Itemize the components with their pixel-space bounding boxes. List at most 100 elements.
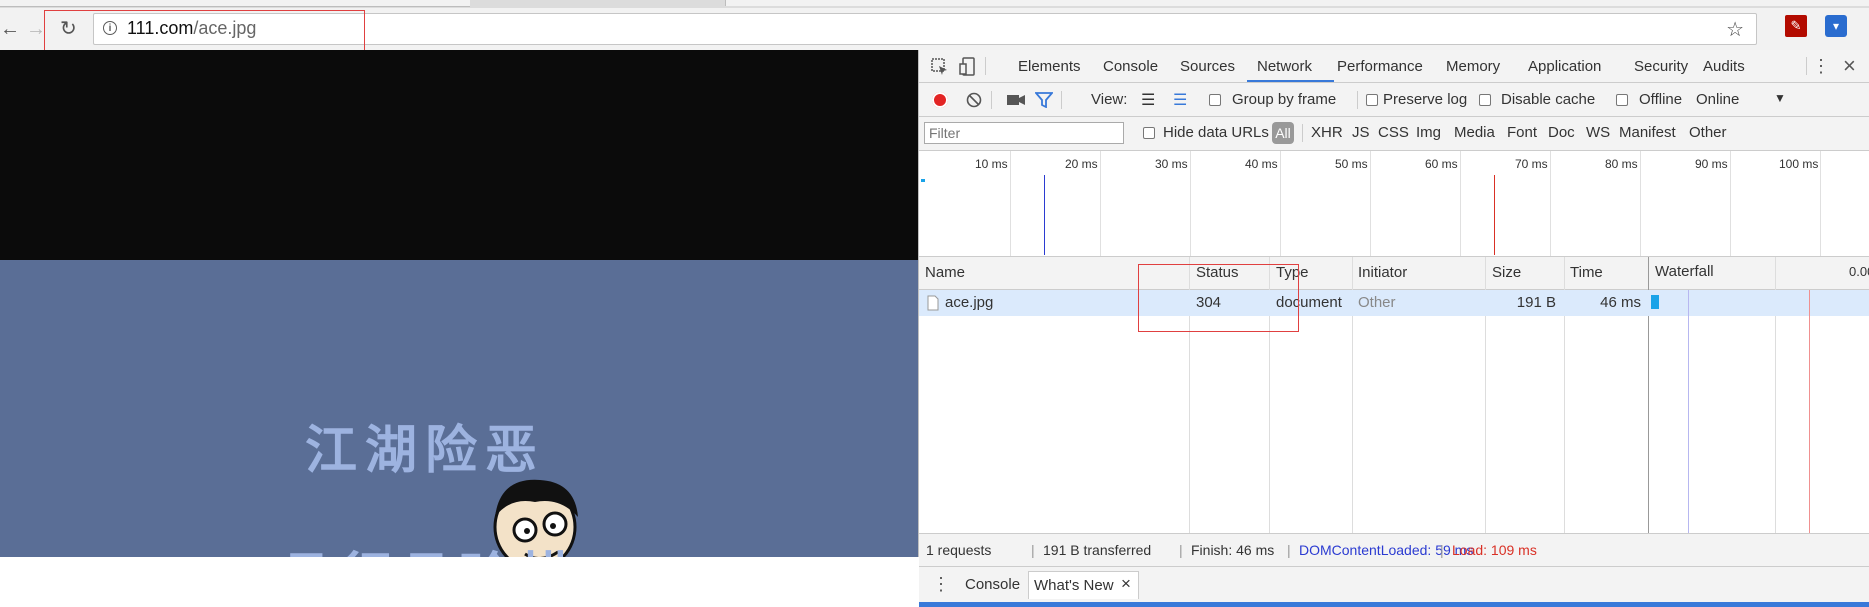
grid-line (1100, 151, 1101, 256)
tab-memory[interactable]: Memory (1446, 58, 1500, 75)
summary-dcl: DOMContentLoaded: 59 ms (1299, 542, 1474, 558)
waterfall-load-marker (1809, 290, 1810, 533)
tab-network[interactable]: Network (1257, 58, 1312, 75)
summary-separator: | (1179, 542, 1183, 558)
column-size[interactable]: Size (1492, 264, 1521, 281)
back-icon[interactable]: ← (0, 19, 20, 39)
filter-funnel-icon[interactable] (1035, 92, 1053, 108)
grid-line (1190, 151, 1191, 256)
separator (1061, 91, 1062, 109)
offline-checkbox[interactable] (1616, 94, 1628, 106)
overview-request-bar (921, 179, 925, 182)
page-viewport-top (0, 50, 918, 260)
hide-data-urls-label: Hide data URLs (1163, 124, 1269, 141)
close-tab-icon[interactable]: × (1121, 574, 1131, 594)
view-label: View: (1091, 91, 1128, 108)
devtools-panel: Elements Console Sources Network Perform… (918, 50, 1869, 607)
browser-tab[interactable] (725, 0, 1869, 6)
row-size: 191 B (1516, 294, 1556, 311)
overview-dcl-marker (1044, 175, 1045, 255)
annotation-box-status (1138, 264, 1299, 332)
grid-line (1820, 151, 1821, 256)
preserve-log-checkbox[interactable] (1366, 94, 1378, 106)
pdf-extension-icon[interactable]: ✎ (1785, 15, 1807, 37)
record-icon[interactable] (932, 92, 948, 108)
table-row[interactable]: ace.jpg 304 document Other 191 B 46 ms (919, 290, 1869, 316)
chevron-down-icon[interactable]: ▼ (1774, 91, 1786, 105)
close-devtools-icon[interactable]: × (1843, 53, 1856, 79)
drawer-tab-console[interactable]: Console (965, 576, 1020, 593)
grid-line (1370, 151, 1371, 256)
filter-type-other[interactable]: Other (1689, 124, 1727, 141)
inspect-element-icon[interactable] (931, 58, 949, 76)
column-initiator[interactable]: Initiator (1358, 264, 1407, 281)
column-waterfall[interactable]: Waterfall (1655, 263, 1714, 280)
filter-type-media[interactable]: Media (1454, 124, 1495, 141)
active-tab-indicator (1247, 80, 1334, 82)
screenshot-camera-icon[interactable] (1007, 93, 1025, 107)
overview-tick: 50 ms (1335, 157, 1368, 171)
disable-cache-label: Disable cache (1501, 91, 1596, 108)
filter-type-all[interactable]: All (1272, 122, 1294, 144)
filter-type-manifest[interactable]: Manifest (1619, 124, 1676, 141)
group-by-frame-checkbox[interactable] (1209, 94, 1221, 106)
filter-type-font[interactable]: Font (1507, 124, 1537, 141)
overview-tick: 40 ms (1245, 157, 1278, 171)
overview-tick: 60 ms (1425, 157, 1458, 171)
network-toolbar: View: ☰ ☰ Group by frame Preserve log Di… (919, 83, 1869, 117)
grid-line (1640, 151, 1641, 256)
column-time[interactable]: Time (1570, 264, 1603, 281)
column-name[interactable]: Name (925, 264, 965, 281)
disable-cache-checkbox[interactable] (1479, 94, 1491, 106)
overview-tick: 10 ms (975, 157, 1008, 171)
filter-type-css[interactable]: CSS (1378, 124, 1409, 141)
overview-tick: 80 ms (1605, 157, 1638, 171)
overview-icon[interactable]: ☰ (1173, 90, 1187, 110)
filter-type-js[interactable]: JS (1352, 124, 1370, 141)
device-toolbar-icon[interactable] (959, 57, 977, 77)
tab-console[interactable]: Console (1103, 58, 1158, 75)
grid-line (1010, 151, 1011, 256)
grid-line (1550, 151, 1551, 256)
browser-tab[interactable] (0, 0, 470, 7)
tab-security[interactable]: Security (1634, 58, 1688, 75)
devtools-drawer: ⋮ Console What's New × (919, 566, 1869, 603)
network-summary-bar: 1 requests | 191 B transferred | Finish:… (919, 533, 1869, 566)
clear-icon[interactable] (966, 92, 982, 108)
network-overview[interactable]: 10 ms 20 ms 30 ms 40 ms 50 ms 60 ms 70 m… (919, 151, 1869, 257)
overview-tick: 90 ms (1695, 157, 1728, 171)
row-name[interactable]: ace.jpg (945, 294, 993, 311)
filter-input[interactable] (924, 122, 1124, 144)
separator (1357, 91, 1358, 109)
filter-type-img[interactable]: Img (1416, 124, 1441, 141)
separator (1302, 124, 1303, 142)
tab-elements[interactable]: Elements (1018, 58, 1081, 75)
bookmark-star-icon[interactable]: ☆ (1726, 17, 1744, 42)
throttle-select[interactable]: Online (1696, 91, 1739, 108)
grid-line (1280, 151, 1281, 256)
separator (985, 57, 986, 75)
drawer-content-edge (919, 602, 1869, 607)
image-caption-line2: 且行且珍惜 (280, 535, 580, 557)
document-icon (927, 295, 939, 311)
tab-audits[interactable]: Audits (1703, 58, 1745, 75)
drawer-tab-whats-new[interactable]: What's New × (1028, 571, 1139, 599)
forward-icon[interactable]: → (26, 19, 46, 39)
filter-type-doc[interactable]: Doc (1548, 124, 1575, 141)
filter-type-xhr[interactable]: XHR (1311, 124, 1343, 141)
row-initiator: Other (1358, 294, 1396, 311)
tab-application[interactable]: Application (1528, 58, 1601, 75)
overview-load-marker (1494, 175, 1495, 255)
summary-separator: | (1440, 542, 1444, 558)
extension-icon[interactable]: ▾ (1825, 15, 1847, 37)
tab-sources[interactable]: Sources (1180, 58, 1235, 75)
drawer-menu-icon[interactable]: ⋮ (932, 574, 950, 595)
row-time: 46 ms (1600, 294, 1641, 311)
tab-performance[interactable]: Performance (1337, 58, 1423, 75)
overview-tick: 100 ms (1779, 157, 1819, 171)
large-rows-icon[interactable]: ☰ (1141, 90, 1155, 110)
filter-type-ws[interactable]: WS (1586, 124, 1610, 141)
hide-data-urls-checkbox[interactable] (1143, 127, 1155, 139)
more-menu-icon[interactable]: ⋮ (1812, 56, 1830, 77)
request-table-header: Name Status Type Initiator Size Time Wat… (919, 257, 1869, 290)
